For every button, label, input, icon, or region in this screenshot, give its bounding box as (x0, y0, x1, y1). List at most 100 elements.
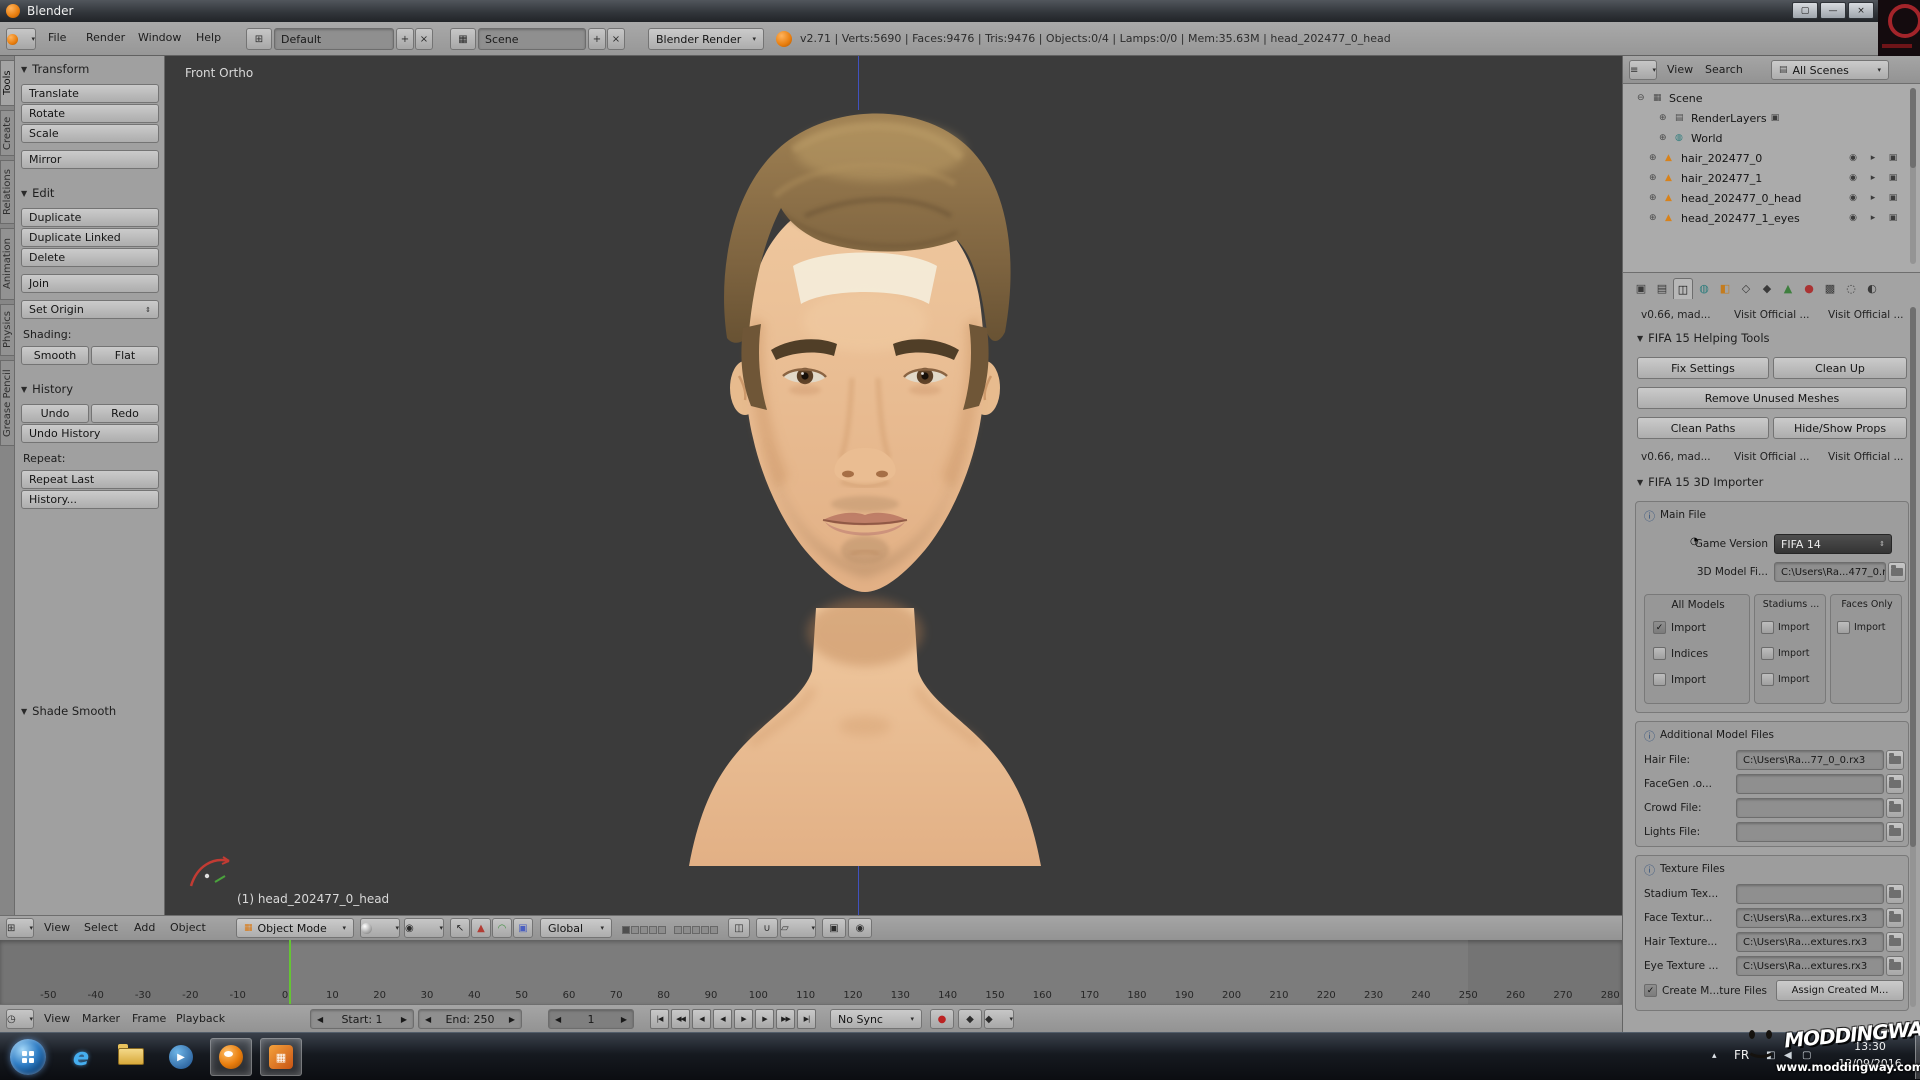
import-checkbox[interactable] (1837, 621, 1850, 634)
menu-frame[interactable]: Frame (132, 1012, 166, 1025)
browse-facegen-button[interactable] (1886, 774, 1904, 794)
visibility-eye-icon[interactable]: ◉ (1846, 193, 1860, 203)
manipulator-pointer-icon[interactable]: ↖ (450, 918, 470, 938)
expander-icon[interactable]: ⊕ (1649, 153, 1657, 163)
lock-icon[interactable]: ◫ (728, 918, 750, 938)
play-button[interactable]: ▶ (734, 1009, 753, 1029)
assign-created-button[interactable]: Assign Created M... (1776, 980, 1904, 1001)
taskbar-tool-icon[interactable]: ▦ (260, 1038, 302, 1076)
clock-time[interactable]: 13:30 (1832, 1040, 1908, 1053)
properties-tab-material-icon[interactable]: ● (1799, 278, 1819, 299)
prev-keyframe-button[interactable]: ◀◀ (671, 1009, 690, 1029)
properties-tab-world-icon[interactable]: ◍ (1694, 278, 1714, 299)
undo-history-button[interactable]: Undo History (21, 424, 159, 443)
shade-smooth-button[interactable]: Smooth (21, 346, 89, 365)
properties-tab-scene-icon[interactable]: ◫ (1673, 278, 1693, 299)
start-button[interactable] (10, 1039, 46, 1075)
import-checkbox[interactable]: ✓ (1653, 621, 1666, 634)
editor-type-button[interactable]: ⊞ ▾ (6, 918, 34, 938)
viewport-shading-dropdown[interactable]: ▾ (360, 918, 400, 938)
visibility-eye-icon[interactable]: ◉ (1846, 153, 1860, 163)
toolshelf-tab-tools[interactable]: Tools (0, 60, 15, 106)
properties-tab-particles-icon[interactable]: ◌ (1841, 278, 1861, 299)
visit-official-link[interactable]: Visit Official ... (1734, 309, 1810, 321)
render-opengl-anim-icon[interactable]: ◉ (848, 918, 872, 938)
current-frame-field[interactable]: ◀ 1 ▶ (548, 1009, 634, 1029)
taskbar-blender-icon[interactable] (210, 1038, 252, 1076)
minimize-button[interactable]: — (1820, 2, 1846, 19)
layers-widget-right[interactable] (674, 919, 721, 938)
shade-flat-button[interactable]: Flat (91, 346, 159, 365)
screen-layout-field[interactable]: Default (274, 28, 394, 50)
properties-tab-render-icon[interactable]: ▣ (1631, 278, 1651, 299)
jump-end-button[interactable]: ▶| (797, 1009, 816, 1029)
visit-official-link[interactable]: Visit Official ... (1734, 451, 1810, 463)
menu-view[interactable]: View (44, 921, 70, 934)
tray-action-center-icon[interactable]: ▢ (1802, 1050, 1811, 1061)
duplicate-button[interactable]: Duplicate (21, 208, 159, 227)
visit-official-link[interactable]: Visit Official ... (1828, 309, 1904, 321)
panel-header-importer[interactable]: ▼ FIFA 15 3D Importer (1637, 475, 1763, 489)
import-checkbox[interactable] (1761, 647, 1774, 660)
expander-icon[interactable]: ⊕ (1659, 133, 1667, 143)
redo-button[interactable]: Redo (91, 404, 159, 423)
browse-model-file-button[interactable] (1888, 562, 1906, 582)
eye-texture-field[interactable]: C:\Users\Ra...extures.rx3 (1736, 956, 1884, 976)
stepper-left-icon[interactable]: ◀ (425, 1015, 431, 1024)
stepper-left-icon[interactable]: ◀ (555, 1015, 561, 1024)
visibility-eye-icon[interactable]: ◉ (1846, 213, 1860, 223)
layers-widget-left[interactable] (622, 919, 669, 938)
render-opengl-icon[interactable]: ▣ (822, 918, 846, 938)
pivot-dropdown[interactable]: ◉ ▾ (404, 918, 444, 938)
join-button[interactable]: Join (21, 274, 159, 293)
clean-paths-button[interactable]: Clean Paths (1637, 417, 1769, 439)
game-version-dropdown[interactable]: FIFA 14 ⇕ (1774, 534, 1892, 554)
toolshelf-tab-physics[interactable]: Physics (0, 304, 15, 356)
addon-version-link[interactable]: v0.66, mad... (1641, 309, 1711, 321)
set-origin-dropdown[interactable]: Set Origin ⇕ (21, 300, 159, 319)
manipulator-scale-icon[interactable]: ▣ (513, 918, 533, 938)
end-frame-field[interactable]: ◀ End: 250 ▶ (418, 1009, 522, 1029)
head-model[interactable] (655, 76, 1075, 866)
browse-stadium-texture-button[interactable] (1886, 884, 1904, 904)
outliner-row-head[interactable]: ⊕ ▲ head_202477_0_head ◉ ▸ ▣ (1623, 188, 1920, 208)
browse-hair-texture-button[interactable] (1886, 932, 1904, 952)
properties-scrollbar[interactable] (1910, 307, 1916, 1007)
screen-layout-icon-button[interactable]: ⊞ (246, 28, 272, 50)
selectability-icon[interactable]: ▸ (1866, 153, 1880, 163)
scale-button[interactable]: Scale (21, 124, 159, 143)
stepper-right-icon[interactable]: ▶ (509, 1015, 515, 1024)
undo-button[interactable]: Undo (21, 404, 89, 423)
delete-button[interactable]: Delete (21, 248, 159, 267)
manipulator-translate-icon[interactable]: ▲ (471, 918, 491, 938)
stepper-right-icon[interactable]: ▶ (401, 1015, 407, 1024)
repeat-last-button[interactable]: Repeat Last (21, 470, 159, 489)
browse-crowd-button[interactable] (1886, 798, 1904, 818)
menu-marker[interactable]: Marker (82, 1012, 120, 1025)
properties-tab-data-icon[interactable]: ▲ (1778, 278, 1798, 299)
add-scene-button[interactable]: + (588, 28, 606, 50)
outliner-row-scene[interactable]: ⊖ ▦ Scene (1623, 88, 1920, 108)
viewport-3d[interactable]: Front Ortho (1) head_202477_0_head (165, 56, 1622, 915)
hide-show-props-button[interactable]: Hide/Show Props (1773, 417, 1907, 439)
toolshelf-tab-grease-pencil[interactable]: Grease Pencil (0, 360, 15, 446)
record-button[interactable]: ● (930, 1009, 954, 1029)
outliner-row-renderlayers[interactable]: ⊕ ▤ RenderLayers ▣ (1623, 108, 1920, 128)
visit-official-link[interactable]: Visit Official ... (1828, 451, 1904, 463)
mode-dropdown[interactable]: ▦ Object Mode ▾ (236, 918, 354, 938)
tray-hidden-icons-arrow[interactable]: ▴ (1712, 1051, 1717, 1061)
outliner-row-eyes[interactable]: ⊕ ▲ head_202477_1_eyes ◉ ▸ ▣ (1623, 208, 1920, 228)
rotate-button[interactable]: Rotate (21, 104, 159, 123)
menu-object[interactable]: Object (170, 921, 206, 934)
renderability-icon[interactable]: ▣ (1886, 213, 1900, 223)
snap-element-dropdown[interactable]: ▱ ▾ (780, 918, 816, 938)
toolshelf-tab-relations[interactable]: Relations (0, 160, 15, 224)
taskbar-media-icon[interactable]: ▶ (160, 1038, 202, 1076)
remove-layout-button[interactable]: × (415, 28, 433, 50)
import-checkbox[interactable] (1761, 621, 1774, 634)
taskbar-explorer-icon[interactable] (110, 1038, 152, 1076)
selectability-icon[interactable]: ▸ (1866, 173, 1880, 183)
sync-dropdown[interactable]: No Sync ▾ (830, 1009, 922, 1029)
tray-volume-icon[interactable]: ◀ (1784, 1050, 1792, 1061)
panel-header-transform[interactable]: ▼ Transform (21, 62, 89, 76)
